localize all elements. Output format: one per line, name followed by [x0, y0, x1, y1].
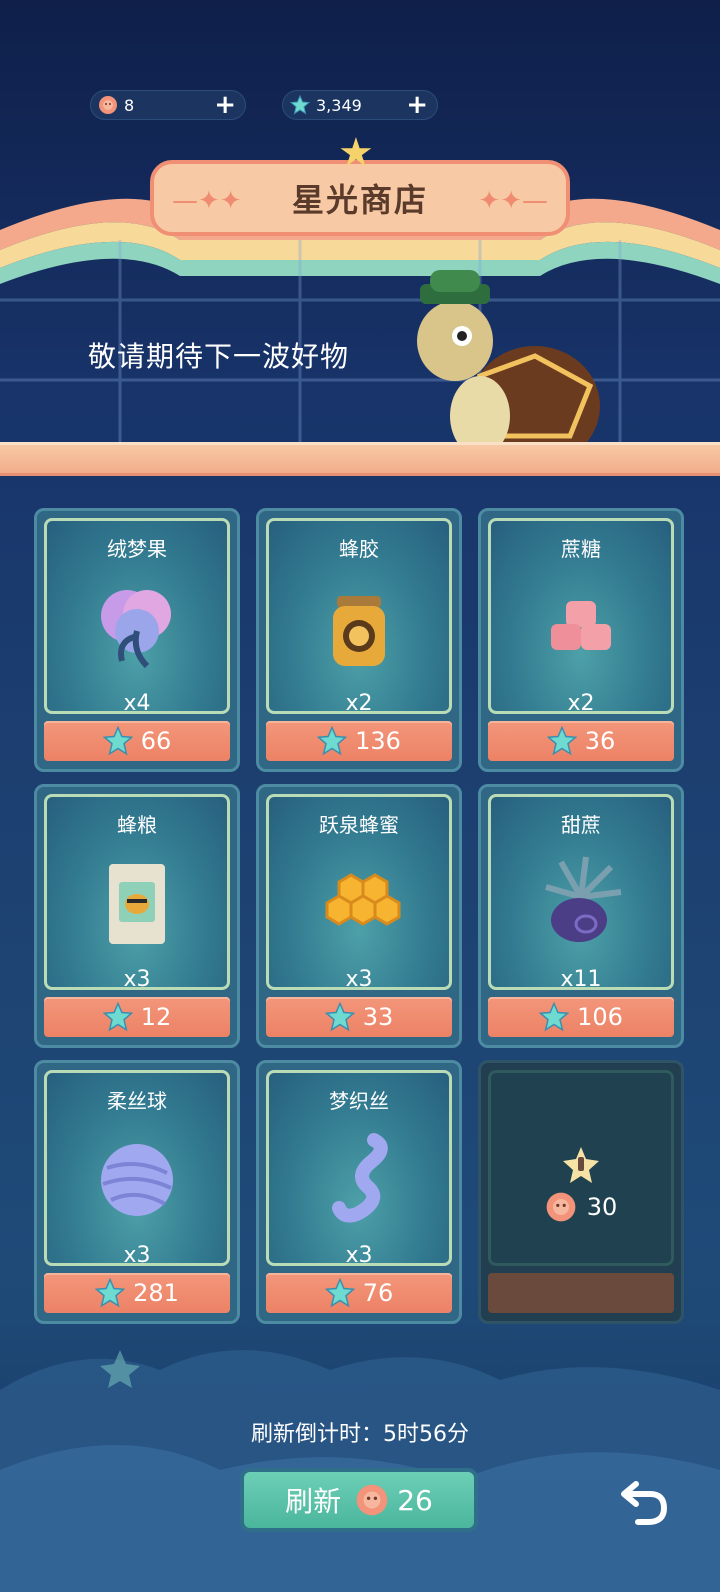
- item-price: 36: [584, 727, 616, 755]
- locked-slot-card[interactable]: 30: [478, 1060, 684, 1324]
- honeycomb-icon: [325, 873, 401, 926]
- silk-skein-icon: [332, 1133, 388, 1223]
- flower-currency-value: 8: [124, 95, 135, 115]
- star-coin-icon: [324, 1278, 355, 1308]
- star-coin-icon: [102, 1002, 133, 1032]
- buy-button[interactable]: 136: [266, 721, 452, 761]
- item-quantity: x2: [567, 691, 595, 714]
- shop-tagline: 敬请期待下一波好物: [88, 340, 350, 373]
- star-coin-icon: [317, 726, 348, 756]
- shop-item-card[interactable]: 蜂胶 x2 136: [256, 508, 462, 772]
- buy-button[interactable]: 36: [488, 721, 674, 761]
- refresh-label: 刷新: [285, 1485, 342, 1518]
- item-price: 12: [140, 1003, 172, 1031]
- item-quantity: x4: [123, 691, 151, 714]
- item-name: 绒梦果: [107, 537, 167, 561]
- item-quantity: x2: [345, 691, 373, 714]
- locked-slot-icon: [563, 1147, 599, 1183]
- unlock-cost: 30: [491, 1191, 671, 1223]
- star-coin-icon: [546, 726, 577, 756]
- refresh-button[interactable]: 刷新 26: [240, 1468, 478, 1532]
- buy-button[interactable]: 66: [44, 721, 230, 761]
- flower-currency-pill: 8 +: [90, 90, 246, 120]
- item-quantity: x3: [123, 1243, 151, 1266]
- sugarcane-pot-icon: [545, 856, 622, 942]
- buy-button[interactable]: 106: [488, 997, 674, 1037]
- shop-item-card[interactable]: 蜂粮 x3 12: [34, 784, 240, 1048]
- shop-title: 星光商店: [291, 181, 428, 219]
- sugar-cubes-icon: [551, 601, 611, 650]
- item-price: 106: [577, 1003, 623, 1031]
- add-star-currency-button[interactable]: +: [406, 92, 428, 118]
- flower-coin-icon: [99, 96, 117, 114]
- back-arrow-icon[interactable]: [614, 1470, 674, 1530]
- shop-item-card[interactable]: 跃泉蜂蜜 x3 33: [256, 784, 462, 1048]
- item-name: 蜂粮: [117, 813, 157, 837]
- propolis-jar-icon: [333, 596, 385, 666]
- star-coin-icon: [539, 1002, 570, 1032]
- item-name: 梦织丝: [329, 1089, 389, 1113]
- shop-item-card[interactable]: 蔗糖 x2 36: [478, 508, 684, 772]
- title-star-icon: ★: [338, 130, 374, 176]
- buy-button[interactable]: 33: [266, 997, 452, 1037]
- buy-button[interactable]: 281: [44, 1273, 230, 1313]
- buy-button[interactable]: 12: [44, 997, 230, 1037]
- shop-item-card[interactable]: 柔丝球 x3 281: [34, 1060, 240, 1324]
- flower-coin-icon: [356, 1484, 388, 1516]
- item-price: 76: [362, 1279, 394, 1307]
- cloud-decoration: [0, 1350, 720, 1592]
- sparkle-right-icon: ✦✦—: [478, 186, 548, 216]
- turtle-shopkeeper-icon: [417, 270, 600, 446]
- flower-coin-icon: [546, 1192, 576, 1222]
- shop-item-card[interactable]: 甜蔗 x11 106: [478, 784, 684, 1048]
- item-name: 甜蔗: [561, 813, 601, 837]
- refresh-cost: 26: [397, 1483, 433, 1517]
- locked-price-bar: [488, 1273, 674, 1313]
- star-coin-icon: [95, 1278, 126, 1308]
- item-price: 66: [140, 727, 172, 755]
- item-price: 281: [133, 1279, 179, 1307]
- star-currency-value: 3,349: [316, 95, 362, 115]
- item-quantity: x3: [345, 967, 373, 990]
- star-currency-pill: 3,349 +: [282, 90, 438, 120]
- star-coin-icon: [324, 1002, 355, 1032]
- item-name: 跃泉蜂蜜: [319, 813, 399, 837]
- item-name: 柔丝球: [107, 1089, 167, 1113]
- item-name: 蜂胶: [339, 537, 379, 561]
- shop-item-card[interactable]: 梦织丝 x3 76: [256, 1060, 462, 1324]
- item-price: 136: [355, 727, 401, 755]
- star-coin-icon: [290, 95, 310, 115]
- add-flower-currency-button[interactable]: +: [214, 92, 236, 118]
- refresh-countdown: 刷新倒计时：5时56分: [251, 1422, 469, 1447]
- item-price: 33: [362, 1003, 394, 1031]
- buy-button[interactable]: 76: [266, 1273, 452, 1313]
- item-name: 蔗糖: [561, 537, 601, 561]
- star-coin-icon: [102, 726, 133, 756]
- yarn-ball-icon: [101, 1144, 173, 1216]
- shopkeeper-area: 敬请期待下一波好物: [0, 240, 720, 450]
- item-quantity: x3: [123, 967, 151, 990]
- item-quantity: x3: [345, 1243, 373, 1266]
- bee-bread-bag-icon: [109, 864, 165, 944]
- shop-item-card[interactable]: 绒梦果 x4 66: [34, 508, 240, 772]
- unlock-cost-value: 30: [586, 1193, 618, 1221]
- item-quantity: x11: [560, 967, 602, 990]
- sparkle-left-icon: —✦✦: [172, 186, 242, 216]
- cotton-flower-icon: [101, 590, 171, 669]
- shop-shelf: [0, 442, 720, 476]
